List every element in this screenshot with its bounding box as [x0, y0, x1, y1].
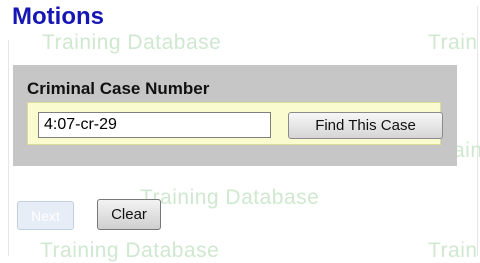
- watermark-text: Training Database: [42, 31, 222, 54]
- case-number-label: Criminal Case Number: [27, 79, 210, 98]
- page-title: Motions: [12, 3, 104, 30]
- case-input-area: Find This Case: [27, 102, 443, 145]
- watermark-fragment: Train: [428, 31, 478, 54]
- case-number-input[interactable]: [38, 112, 271, 138]
- watermark-fragment-mid: ain: [453, 139, 480, 162]
- case-search-panel: Criminal Case Number Find This Case: [13, 65, 457, 166]
- find-case-button[interactable]: Find This Case: [288, 112, 443, 139]
- watermark-text: Training Database: [40, 239, 220, 262]
- page-border-left: [8, 40, 9, 256]
- clear-button[interactable]: Clear: [97, 199, 161, 230]
- watermark-text: Training Database: [140, 186, 320, 209]
- watermark-fragment: Train: [428, 239, 478, 262]
- next-button[interactable]: Next: [17, 201, 74, 230]
